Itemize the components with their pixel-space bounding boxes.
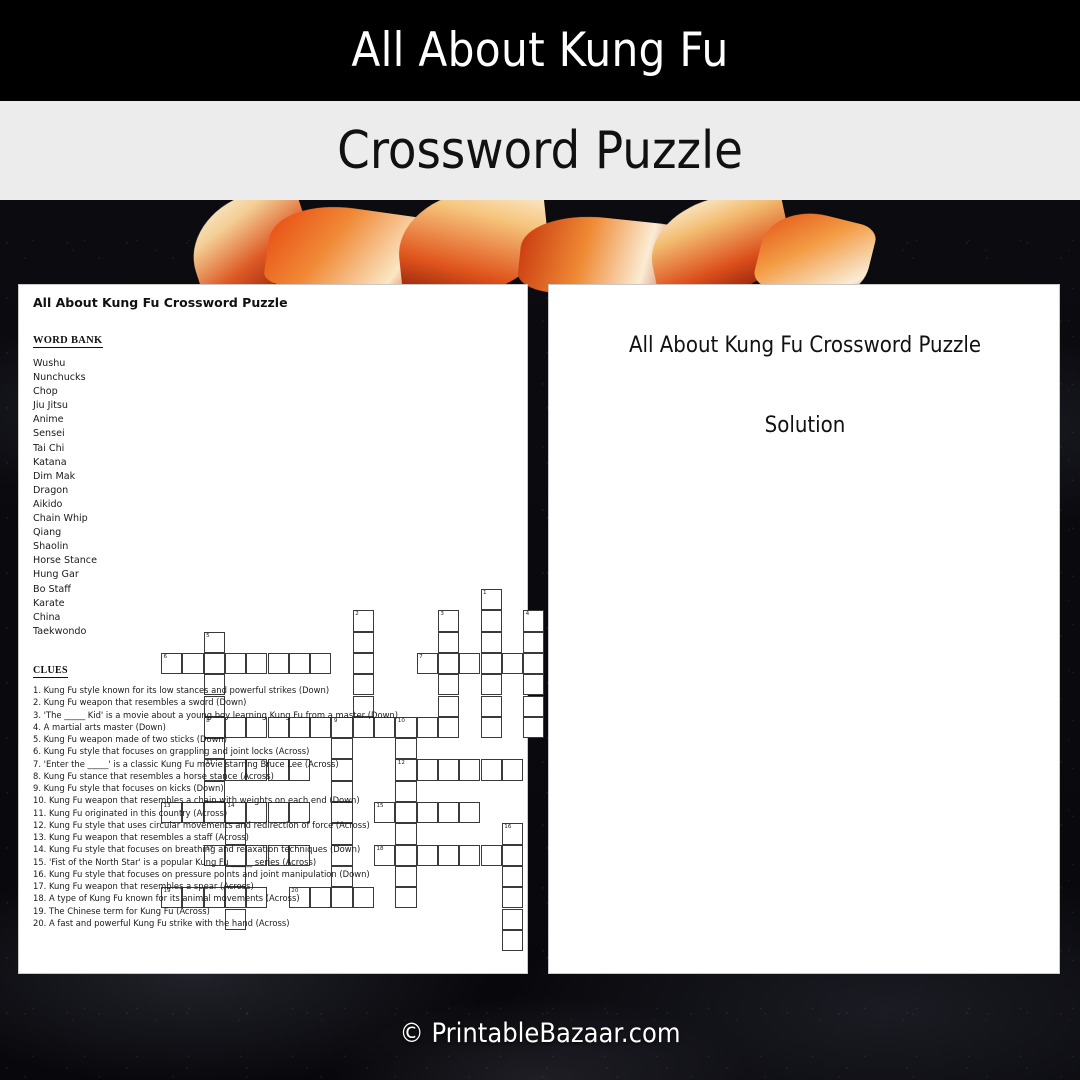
- clue-item: 4. A martial arts master (Down): [33, 721, 166, 732]
- crossword-cell[interactable]: [501, 652, 524, 675]
- word-bank-item: Dragon: [33, 484, 69, 496]
- word-bank-item: Taekwondo: [33, 625, 87, 637]
- crossword-cell[interactable]: [480, 652, 502, 675]
- crossword-cell[interactable]: [203, 652, 225, 675]
- clues-heading: CLUES: [33, 665, 68, 678]
- clue-item: 19. The Chinese term for Kung Fu (Across…: [33, 905, 210, 916]
- clue-item: 11. Kung Fu originated in this country (…: [33, 807, 228, 818]
- crossword-cell[interactable]: 5: [203, 631, 225, 653]
- word-bank-list: Wushu Nunchucks Chop Jiu Jitsu Anime Sensei Ta…: [33, 357, 143, 639]
- cell-number: 4: [525, 611, 530, 618]
- cell-number: 6: [163, 653, 168, 660]
- word-bank-item: Karate: [33, 597, 65, 609]
- crossword-cell[interactable]: [501, 844, 524, 866]
- solution-sheet: All About Kung Fu Crossword Puzzle Solut…: [548, 284, 1060, 974]
- cell-number: 5: [206, 632, 210, 639]
- cell-number: 1: [483, 590, 487, 596]
- word-bank-item: Jiu Jitsu: [33, 400, 68, 412]
- crossword-cell[interactable]: 3: [437, 610, 460, 632]
- word-bank-item: Chain Whip: [33, 513, 88, 525]
- cell-number: 16: [504, 824, 512, 831]
- crossword-cell[interactable]: [501, 759, 524, 781]
- crossword-cell[interactable]: 2: [352, 610, 374, 632]
- word-bank-item: Aikido: [33, 498, 63, 510]
- crossword-cell[interactable]: 6: [161, 652, 183, 675]
- clue-item: 16. Kung Fu style that focuses on pressu…: [33, 868, 370, 879]
- crossword-cell[interactable]: [310, 652, 332, 675]
- word-bank-item: Dim Mak: [33, 470, 76, 482]
- word-bank-item: Wushu: [33, 358, 66, 369]
- word-bank-item: Anime: [33, 414, 64, 426]
- clue-item: 2. Kung Fu weapon that resembles a sword…: [33, 697, 247, 708]
- word-bank-item: Shaolin: [33, 541, 69, 553]
- crossword-cell[interactable]: [501, 908, 524, 930]
- crossword-cell[interactable]: [459, 652, 481, 675]
- clue-item: 7. 'Enter the _____' is a classic Kung F…: [33, 758, 339, 769]
- cell-number: 3: [440, 611, 444, 618]
- word-bank-item: Chop: [33, 386, 58, 398]
- crossword-cell[interactable]: [523, 652, 545, 675]
- crossword-cell[interactable]: [501, 887, 524, 909]
- word-bank-item: Tai Chi: [33, 442, 65, 454]
- clue-item: 10. Kung Fu weapon that resembles a chai…: [33, 795, 360, 806]
- word-bank-item: Horse Stance: [33, 555, 97, 567]
- crossword-cell[interactable]: [480, 631, 502, 653]
- clue-item: 3. 'The _____ Kid' is a movie about a yo…: [33, 709, 399, 720]
- clues-list: 1. Kung Fu style known for its low stanc…: [33, 684, 503, 929]
- crossword-cell[interactable]: [480, 610, 502, 632]
- puzzle-sheet: All About Kung Fu Crossword Puzzle WORD …: [18, 284, 545, 974]
- clue-item: 5. Kung Fu weapon made of two sticks (Do…: [33, 734, 227, 744]
- solution-sheet-subtitle: Solution: [764, 413, 846, 438]
- crossword-cell[interactable]: [523, 674, 545, 696]
- crossword-cell[interactable]: [246, 652, 268, 675]
- puzzle-sheet-title: All About Kung Fu Crossword Puzzle: [33, 295, 288, 310]
- crossword-cell[interactable]: [224, 652, 247, 675]
- crossword-cell[interactable]: [267, 652, 289, 675]
- clue-item: 6. Kung Fu style that focuses on grappli…: [33, 746, 310, 757]
- word-bank-item: Katana: [33, 456, 67, 468]
- clue-item: 12. Kung Fu style that uses circular mov…: [33, 819, 370, 830]
- page-root: All About Kung Fu Crossword Puzzle All A…: [0, 0, 1080, 1080]
- clue-item: 13. Kung Fu weapon that resembles a staf…: [33, 832, 249, 842]
- clue-item: 9. Kung Fu style that focuses on kicks (…: [33, 783, 224, 793]
- word-bank-item: Hung Gar: [33, 569, 79, 581]
- clue-item: 18. A type of Kung Fu known for its anim…: [33, 893, 300, 904]
- crossword-cell[interactable]: [182, 652, 204, 675]
- clue-item: 15. 'Fist of the North Star' is a popula…: [33, 856, 317, 867]
- clue-item: 1. Kung Fu style known for its low stanc…: [33, 685, 330, 695]
- crossword-cell[interactable]: [501, 865, 524, 888]
- cell-number: 7: [419, 653, 423, 660]
- cell-number: 2: [355, 611, 359, 618]
- crossword-cell[interactable]: [501, 929, 524, 952]
- clue-item: 17. Kung Fu weapon that resembles a spea…: [33, 881, 254, 891]
- page-subtitle: Crossword Puzzle: [337, 120, 743, 181]
- crossword-cell[interactable]: [437, 631, 460, 653]
- crossword-cell[interactable]: [352, 652, 374, 675]
- crossword-cell[interactable]: 16: [501, 823, 524, 845]
- crossword-cell[interactable]: [352, 631, 374, 653]
- crossword-cell[interactable]: [523, 695, 545, 717]
- crossword-cell[interactable]: [437, 652, 460, 675]
- footer-copyright: © PrintableBazaar.com: [399, 1018, 681, 1049]
- word-bank-heading: WORD BANK: [33, 335, 103, 348]
- clue-item: 20. A fast and powerful Kung Fu strike w…: [33, 917, 290, 928]
- crossword-cell[interactable]: 7: [416, 652, 438, 675]
- clue-item: 8. Kung Fu stance that resembles a horse…: [33, 770, 274, 781]
- crossword-cell[interactable]: [523, 716, 545, 739]
- word-bank-item: China: [33, 611, 61, 623]
- solution-sheet-title: All About Kung Fu Crossword Puzzle: [628, 333, 982, 358]
- word-bank-item: Nunchucks: [33, 372, 86, 384]
- word-bank-item: Bo Staff: [33, 583, 71, 595]
- page-title: All About Kung Fu: [351, 23, 729, 78]
- title-bar: All About Kung Fu: [0, 0, 1080, 101]
- crossword-cell[interactable]: [288, 652, 311, 675]
- crossword-cell[interactable]: 1: [480, 589, 502, 611]
- subtitle-bar: Crossword Puzzle: [0, 101, 1080, 200]
- word-bank-item: Qiang: [33, 527, 62, 539]
- word-bank-item: Sensei: [33, 428, 65, 440]
- crossword-cell[interactable]: [523, 631, 545, 653]
- clue-item: 14. Kung Fu style that focuses on breath…: [33, 844, 361, 855]
- crossword-cell[interactable]: 4: [523, 610, 545, 632]
